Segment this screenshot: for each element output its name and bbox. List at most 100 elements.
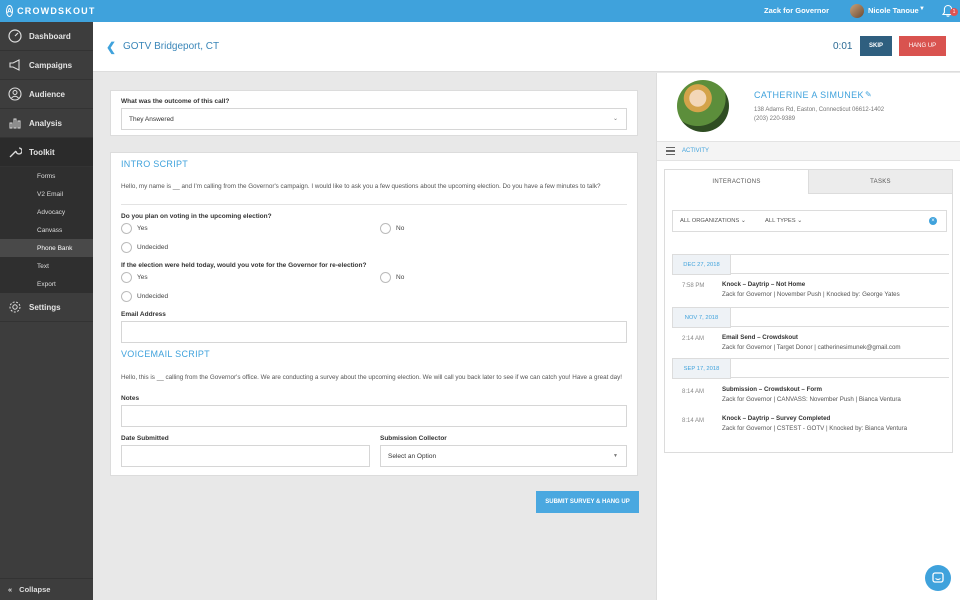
radio-label: Yes xyxy=(137,274,148,281)
activity-bar[interactable]: ACTIVITY xyxy=(657,141,960,161)
page-title: GOTV Bridgeport, CT xyxy=(123,41,220,52)
skip-button[interactable]: SKIP xyxy=(860,36,892,56)
filter-organizations[interactable]: ALL ORGANIZATIONS ⌄ xyxy=(680,218,746,224)
radio-q2-yes[interactable]: Yes xyxy=(121,272,148,283)
outcome-card: What was the outcome of this call? They … xyxy=(110,90,638,136)
activity-detail: Zack for Governor | CANVASS: November Pu… xyxy=(722,396,901,403)
filter-label: ALL TYPES xyxy=(765,218,796,224)
collapse-label: Collapse xyxy=(19,585,51,594)
sidebar-item-label: Settings xyxy=(29,302,61,312)
brand-logo[interactable]: A CROWDSKOUT xyxy=(0,0,94,22)
outcome-select[interactable]: They Answered ⌄ xyxy=(121,108,627,130)
activity-tabs: INTERACTIONS TASKS xyxy=(664,169,953,194)
contact-phone: (203) 220-9389 xyxy=(754,116,796,122)
activity-title[interactable]: Knock – Daytrip – Survey Completed xyxy=(722,415,830,422)
sidebar-subitem-advocacy[interactable]: Advocacy xyxy=(0,203,93,221)
radio-button xyxy=(121,223,132,234)
contact-name: CATHERINE A SIMUNEK xyxy=(754,90,864,100)
contact-address: 138 Adams Rd, Easton, Connecticut 06612-… xyxy=(754,107,885,113)
date-submitted-label: Date Submitted xyxy=(121,435,169,442)
radio-q2-undecided[interactable]: Undecided xyxy=(121,291,168,302)
activity-time: 2:14 AM xyxy=(682,336,705,342)
submission-collector-label: Submission Collector xyxy=(380,435,447,442)
tab-tasks[interactable]: TASKS xyxy=(808,169,953,194)
menu-icon[interactable] xyxy=(666,147,675,155)
sidebar-item-label: Audience xyxy=(29,89,66,99)
activity-time: 7:58 PM xyxy=(682,283,705,289)
sidebar: Dashboard Campaigns Audience Analysis To… xyxy=(0,22,93,600)
radio-q1-no[interactable]: No xyxy=(380,223,404,234)
contact-panel: CATHERINE A SIMUNEK ✎ 138 Adams Rd, East… xyxy=(656,73,960,600)
activity-title[interactable]: Email Send – Crowdskout xyxy=(722,334,798,341)
script-card: INTRO SCRIPT Hello, my name is __ and I'… xyxy=(110,152,638,476)
sidebar-subitem-text[interactable]: Text xyxy=(0,257,93,275)
interactions-panel: ALL ORGANIZATIONS ⌄ ALL TYPES ⌄ × DEC 27… xyxy=(664,193,953,453)
bar-chart-icon xyxy=(8,116,22,130)
sidebar-subitem-export[interactable]: Export xyxy=(0,275,93,293)
question-reelection: If the election were held today, would y… xyxy=(121,262,367,269)
chat-launcher-button[interactable] xyxy=(925,565,951,591)
radio-q1-yes[interactable]: Yes xyxy=(121,223,148,234)
contact-photo xyxy=(677,80,729,132)
date-divider: DEC 27, 2018 xyxy=(672,254,949,275)
call-timer: 0:01 xyxy=(833,41,853,52)
tab-interactions[interactable]: INTERACTIONS xyxy=(664,169,809,194)
wrench-icon xyxy=(8,145,22,159)
activity-detail: Zack for Governor | November Push | Knoc… xyxy=(722,291,900,298)
caret-down-icon: ▼ xyxy=(613,453,618,459)
clear-filter-icon[interactable]: × xyxy=(929,217,937,225)
hang-up-button[interactable]: HANG UP xyxy=(899,36,946,56)
filter-row: ALL ORGANIZATIONS ⌄ ALL TYPES ⌄ × xyxy=(672,210,947,232)
sidebar-subitem-canvass[interactable]: Canvass xyxy=(0,221,93,239)
date-divider: SEP 17, 2018 xyxy=(672,358,949,379)
submission-collector-select[interactable]: Select an Option ▼ xyxy=(380,445,627,467)
radio-button xyxy=(121,272,132,283)
activity-detail: Zack for Governor | Target Donor | cathe… xyxy=(722,344,901,351)
sidebar-subitem-forms[interactable]: Forms xyxy=(0,167,93,185)
sidebar-item-analysis[interactable]: Analysis xyxy=(0,109,93,138)
sidebar-item-settings[interactable]: Settings xyxy=(0,293,93,322)
activity-detail: Zack for Governor | CSTEST - GOTV | Knoc… xyxy=(722,425,908,432)
chevron-left-icon[interactable]: ❮ xyxy=(106,40,116,54)
pencil-icon[interactable]: ✎ xyxy=(865,90,872,99)
gear-icon xyxy=(8,300,22,314)
outcome-value: They Answered xyxy=(129,115,174,123)
radio-button xyxy=(380,272,391,283)
sidebar-item-label: Analysis xyxy=(29,118,62,128)
sidebar-item-toolkit[interactable]: Toolkit xyxy=(0,138,93,167)
org-switcher[interactable]: Zack for Governor xyxy=(764,6,829,15)
filter-label: ALL ORGANIZATIONS xyxy=(680,218,740,224)
page-header: ❮ GOTV Bridgeport, CT 0:01 SKIP HANG UP xyxy=(93,22,960,72)
date-tag: NOV 7, 2018 xyxy=(672,307,731,328)
voicemail-script-title: VOICEMAIL SCRIPT xyxy=(121,349,210,359)
collapse-button[interactable]: « Collapse xyxy=(0,578,93,600)
avatar[interactable] xyxy=(850,4,864,18)
user-menu[interactable]: Nicole Tanoue xyxy=(868,6,919,15)
sidebar-item-label: Toolkit xyxy=(29,147,55,157)
sidebar-item-dashboard[interactable]: Dashboard xyxy=(0,22,93,51)
voicemail-script-text: Hello, this is __ calling from the Gover… xyxy=(121,374,623,381)
activity-title[interactable]: Knock – Daytrip – Not Home xyxy=(722,281,805,288)
notes-field[interactable] xyxy=(121,405,627,427)
chevron-down-icon[interactable]: ▼ xyxy=(919,6,925,12)
date-submitted-field[interactable] xyxy=(121,445,370,467)
person-icon xyxy=(8,87,22,101)
submit-survey-button[interactable]: SUBMIT SURVEY & HANG UP xyxy=(536,491,639,513)
date-divider: NOV 7, 2018 xyxy=(672,307,949,328)
sidebar-subitem-phone-bank[interactable]: Phone Bank xyxy=(0,239,93,257)
radio-q2-no[interactable]: No xyxy=(380,272,404,283)
activity-title[interactable]: Submission – Crowdskout – Form xyxy=(722,386,822,393)
radio-label: No xyxy=(396,274,405,281)
sidebar-item-campaigns[interactable]: Campaigns xyxy=(0,51,93,80)
sidebar-item-audience[interactable]: Audience xyxy=(0,80,93,109)
email-field[interactable] xyxy=(121,321,627,343)
gauge-icon xyxy=(8,29,22,43)
radio-button xyxy=(380,223,391,234)
filter-types[interactable]: ALL TYPES ⌄ xyxy=(765,218,802,224)
notification-badge: 1 xyxy=(950,8,958,16)
sidebar-subitem-v2-email[interactable]: V2 Email xyxy=(0,185,93,203)
double-chevron-left-icon: « xyxy=(8,585,13,594)
notes-label: Notes xyxy=(121,395,140,402)
radio-button xyxy=(121,242,132,253)
radio-q1-undecided[interactable]: Undecided xyxy=(121,242,168,253)
